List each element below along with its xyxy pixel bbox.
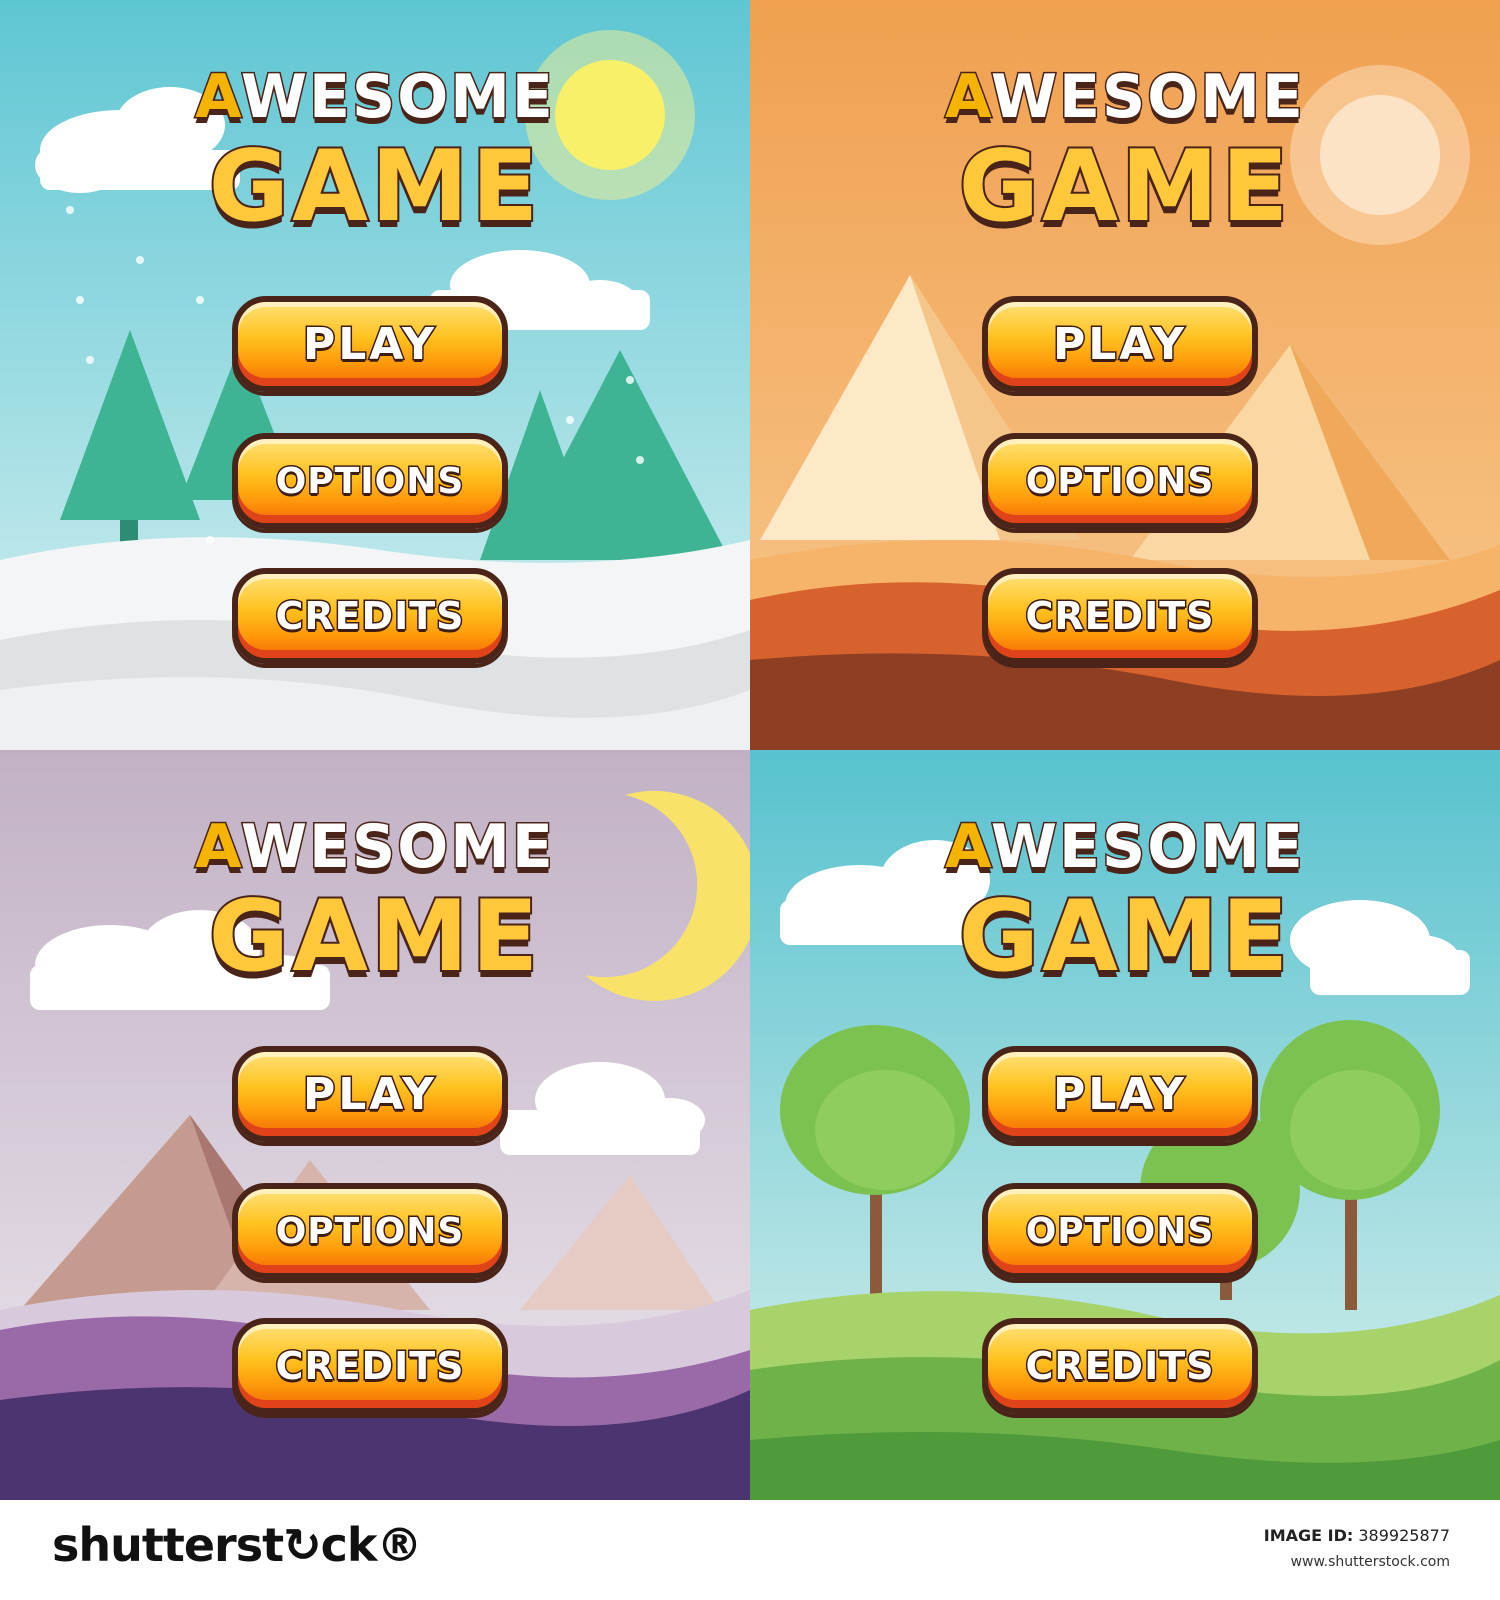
site-url: www.shutterstock.com: [1290, 1554, 1450, 1570]
title-line-awesome: AWESOME: [944, 61, 1305, 134]
credits-button[interactable]: CREDITS: [982, 568, 1258, 664]
play-button[interactable]: PLAY: [982, 296, 1258, 392]
image-id-label: IMAGE ID:: [1263, 1526, 1354, 1545]
credits-button[interactable]: CREDITS: [982, 1318, 1258, 1414]
title-line-game: GAME: [957, 878, 1292, 996]
options-button[interactable]: OPTIONS: [982, 433, 1258, 529]
title-line-awesome: AWESOME: [944, 811, 1305, 884]
brand-logo: shutterst↻ck®: [52, 1518, 423, 1572]
meadow-menu-panel: AWESOME GAME PLAY OPTIONS CREDITS: [750, 750, 1500, 1500]
desert-menu-panel: AWESOME GAME PLAY OPTIONS CREDITS: [750, 0, 1500, 750]
title-line-game: GAME: [207, 878, 542, 996]
credits-button[interactable]: CREDITS: [232, 568, 508, 664]
options-button[interactable]: OPTIONS: [232, 1183, 508, 1279]
options-button-label: OPTIONS: [274, 1209, 465, 1253]
play-button[interactable]: PLAY: [232, 296, 508, 392]
title-line-awesome: AWESOME: [194, 61, 555, 134]
options-button-label: OPTIONS: [274, 459, 465, 503]
title-line-game: GAME: [957, 128, 1292, 246]
options-button[interactable]: OPTIONS: [232, 433, 508, 529]
image-id-value: 389925877: [1358, 1526, 1450, 1545]
title-line-awesome: AWESOME: [194, 811, 555, 884]
night-menu-panel: AWESOME GAME PLAY OPTIONS CREDITS: [0, 750, 750, 1500]
options-button[interactable]: OPTIONS: [982, 1183, 1258, 1279]
stock-footer: shutterst↻ck® IMAGE ID: 389925877 www.sh…: [0, 1500, 1500, 1600]
play-button-label: PLAY: [302, 317, 437, 371]
winter-menu-panel: AWESOME GAME PLAY OPTIONS CREDITS: [0, 0, 750, 750]
play-button-label: PLAY: [1052, 317, 1187, 371]
title-line-game: GAME: [207, 128, 542, 246]
options-button-label: OPTIONS: [1024, 1209, 1215, 1253]
play-button[interactable]: PLAY: [982, 1046, 1258, 1142]
credits-button-label: CREDITS: [274, 1343, 465, 1390]
credits-button-label: CREDITS: [1024, 1343, 1215, 1390]
image-id: IMAGE ID: 389925877: [1264, 1526, 1450, 1545]
credits-button-label: CREDITS: [1024, 593, 1215, 640]
credits-button[interactable]: CREDITS: [232, 1318, 508, 1414]
options-button-label: OPTIONS: [1024, 459, 1215, 503]
play-button-label: PLAY: [302, 1067, 437, 1121]
credits-button-label: CREDITS: [274, 593, 465, 640]
play-button-label: PLAY: [1052, 1067, 1187, 1121]
play-button[interactable]: PLAY: [232, 1046, 508, 1142]
